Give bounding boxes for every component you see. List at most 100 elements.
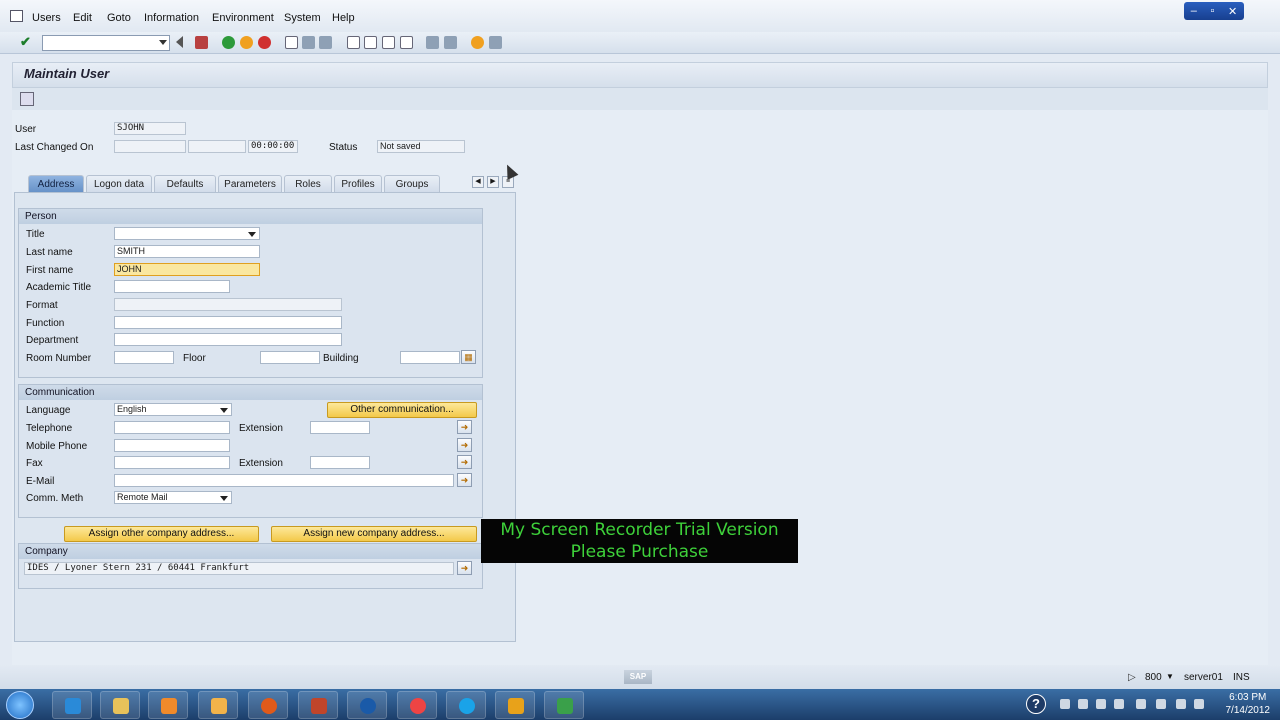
email-input[interactable] — [114, 474, 454, 487]
other-communication-button[interactable]: Other communication... — [327, 402, 477, 418]
back-arrow-icon[interactable] — [176, 36, 183, 48]
firefox-icon[interactable] — [248, 691, 288, 719]
status-expand-icon[interactable]: ▷ — [1128, 672, 1136, 683]
comm-method-select[interactable]: Remote Mail — [114, 491, 232, 504]
windows-start-icon[interactable] — [6, 691, 34, 719]
room-number-input[interactable] — [114, 351, 174, 364]
tab-defaults[interactable]: Defaults — [154, 175, 216, 192]
display-change-icon[interactable] — [20, 92, 34, 106]
email-more-icon[interactable]: ➜ — [457, 473, 472, 487]
tab-roles[interactable]: Roles — [284, 175, 332, 192]
tab-groups[interactable]: Groups — [384, 175, 440, 192]
first-name-input[interactable]: JOHN — [114, 263, 260, 276]
layout-menu-icon[interactable] — [489, 36, 502, 49]
previous-page-icon[interactable] — [364, 36, 377, 49]
menu-system[interactable]: System — [284, 12, 321, 24]
company-address-field: IDES / Lyoner Stern 231 / 60441 Frankfur… — [24, 562, 454, 575]
folder-app-icon[interactable] — [198, 691, 238, 719]
file-explorer-icon[interactable] — [100, 691, 140, 719]
mobile-phone-input[interactable] — [114, 439, 230, 452]
cancel-icon[interactable] — [258, 36, 271, 49]
tray-icon-5[interactable] — [1194, 699, 1204, 709]
last-name-input[interactable]: SMITH — [114, 245, 260, 258]
building-input[interactable] — [400, 351, 460, 364]
tab-scroll-left-icon[interactable]: ◀ — [472, 176, 484, 188]
tab-address[interactable]: Address — [28, 175, 84, 192]
tray-icon-4[interactable] — [1176, 699, 1186, 709]
minimize-icon[interactable]: – — [1191, 5, 1197, 17]
last-page-icon[interactable] — [400, 36, 413, 49]
tab-logon-data[interactable]: Logon data — [86, 175, 152, 192]
telephone-input[interactable] — [114, 421, 230, 434]
user-field: SJOHN — [114, 122, 186, 135]
email-label: E-Mail — [26, 476, 55, 487]
tab-scroll-right-icon[interactable]: ▶ — [487, 176, 499, 188]
menu-help[interactable]: Help — [332, 12, 355, 24]
telephone-more-icon[interactable]: ➜ — [457, 420, 472, 434]
department-label: Department — [26, 335, 79, 346]
floor-input[interactable] — [260, 351, 320, 364]
hp-app-icon[interactable] — [347, 691, 387, 719]
internet-explorer-icon[interactable] — [52, 691, 92, 719]
tray-icon-1[interactable] — [1078, 699, 1088, 709]
sap-window-icon[interactable] — [10, 10, 23, 22]
mobile-phone-label: Mobile Phone — [26, 441, 88, 452]
academic-title-input[interactable] — [114, 280, 230, 293]
menu-information[interactable]: Information — [144, 12, 199, 24]
help-circle-icon[interactable]: ? — [1026, 694, 1046, 714]
language-select[interactable]: English — [114, 403, 232, 416]
exit-icon[interactable] — [240, 36, 253, 49]
skype-icon[interactable] — [446, 691, 486, 719]
assign-new-company-address-button[interactable]: Assign new company address... — [271, 526, 477, 542]
company-detail-icon[interactable]: ➜ — [457, 561, 472, 575]
fax-more-icon[interactable]: ➜ — [457, 455, 472, 469]
department-input[interactable] — [114, 333, 342, 346]
client-dropdown-icon[interactable]: ▼ — [1166, 672, 1174, 681]
first-page-icon[interactable] — [347, 36, 360, 49]
tray-arrow-icon[interactable] — [1060, 699, 1070, 709]
enter-check-icon[interactable]: ✔ — [20, 34, 33, 49]
tray-icon-3[interactable] — [1114, 699, 1124, 709]
close-icon[interactable]: ✕ — [1228, 5, 1237, 18]
assign-other-company-address-button[interactable]: Assign other company address... — [64, 526, 259, 542]
menu-bar: Users Edit Goto Information Environment … — [0, 0, 1280, 36]
command-field[interactable] — [42, 35, 170, 51]
client-number: 800 — [1145, 672, 1162, 683]
menu-goto[interactable]: Goto — [107, 12, 131, 24]
media-player-icon[interactable] — [148, 691, 188, 719]
telephone-extension-input[interactable] — [310, 421, 370, 434]
standard-toolbar: ✔ — [0, 32, 1280, 54]
chevron-down-icon[interactable] — [159, 40, 167, 45]
find-next-icon[interactable] — [319, 36, 332, 49]
tray-icon-2[interactable] — [1096, 699, 1106, 709]
shortcut-icon[interactable] — [444, 36, 457, 49]
menu-environment[interactable]: Environment — [212, 12, 274, 24]
clock-date: 7/14/2012 — [1225, 705, 1271, 716]
address-detail-icon[interactable]: ▦ — [461, 350, 476, 364]
back-icon[interactable] — [222, 36, 235, 49]
next-page-icon[interactable] — [382, 36, 395, 49]
archive-app-icon[interactable] — [298, 691, 338, 719]
network-icon[interactable] — [1136, 699, 1146, 709]
input-mode: INS — [1233, 672, 1250, 683]
tab-parameters[interactable]: Parameters — [218, 175, 282, 192]
sap-gui-icon[interactable] — [544, 691, 584, 719]
menu-edit[interactable]: Edit — [73, 12, 92, 24]
chrome-icon[interactable] — [397, 691, 437, 719]
maximize-icon[interactable]: ▫ — [1210, 5, 1214, 17]
volume-icon[interactable] — [1156, 699, 1166, 709]
tab-profiles[interactable]: Profiles — [334, 175, 382, 192]
taskbar-clock[interactable]: 6:03 PM 7/14/2012 — [1226, 691, 1271, 717]
save-icon[interactable] — [195, 36, 208, 49]
find-icon[interactable] — [302, 36, 315, 49]
help-icon[interactable] — [471, 36, 484, 49]
mobile-more-icon[interactable]: ➜ — [457, 438, 472, 452]
fax-extension-input[interactable] — [310, 456, 370, 469]
new-session-icon[interactable] — [426, 36, 439, 49]
title-select[interactable] — [114, 227, 260, 240]
fax-input[interactable] — [114, 456, 230, 469]
menu-users[interactable]: Users — [32, 12, 61, 24]
function-input[interactable] — [114, 316, 342, 329]
print-icon[interactable] — [285, 36, 298, 49]
sap-logon-icon[interactable] — [495, 691, 535, 719]
